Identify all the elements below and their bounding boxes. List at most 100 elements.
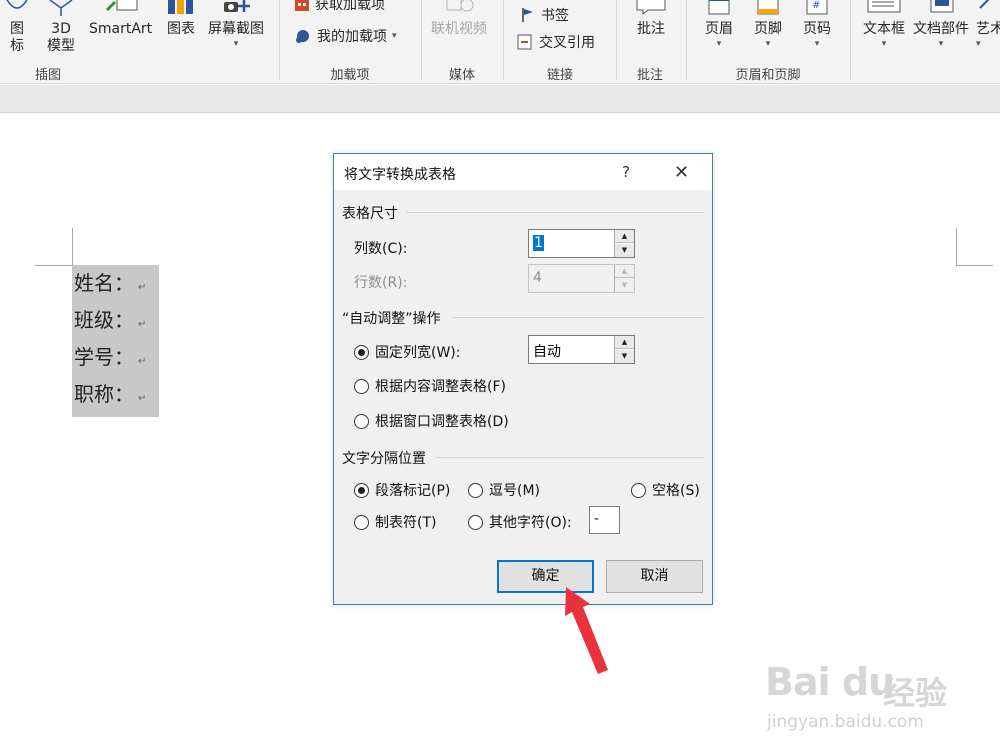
comment-button[interactable]: 批注 <box>634 0 668 38</box>
chart-label: 图表 <box>167 21 195 37</box>
paragraph-mark-label: 段落标记(P) <box>375 483 451 499</box>
fixed-width-stepper[interactable]: 自动 ▲ ▼ <box>528 335 635 364</box>
online-video-button[interactable]: 联机视频 <box>431 0 487 38</box>
doc-line-text: 姓名： <box>74 271 134 295</box>
group-separator <box>279 0 280 80</box>
screenshot-label: 屏幕截图 <box>208 21 264 37</box>
radio-icon <box>354 378 369 394</box>
crop-mark <box>72 228 73 265</box>
paragraph-mark-radio[interactable]: 段落标记(P) <box>354 480 450 500</box>
doc-line: 学号： ↵ <box>74 341 159 378</box>
chevron-down-icon: ▾ <box>765 39 771 49</box>
doc-line-text: 班级： <box>74 308 134 332</box>
group-label-media: 媒体 <box>448 68 475 83</box>
group-separator <box>686 0 687 80</box>
radio-selected-icon <box>354 482 369 498</box>
radio-icon <box>631 482 646 498</box>
header-label: 页眉 <box>705 21 733 37</box>
stepper-buttons: ▲ ▼ <box>614 336 634 363</box>
crop-mark <box>956 228 957 265</box>
other-character-radio[interactable]: 其他字符(O): <box>468 512 572 532</box>
wordart-label: 艺术 <box>976 21 1000 37</box>
3d-label-1: 3D <box>51 21 71 37</box>
bookmark-icon <box>522 8 533 22</box>
online-video-label: 联机视频 <box>431 21 487 37</box>
screenshot-button[interactable]: 屏幕截图 ▾ <box>208 0 264 50</box>
chevron-down-icon: ▾ <box>881 39 887 49</box>
autofit-window-radio[interactable]: 根据窗口调整表格(D) <box>354 411 509 431</box>
footer-label: 页脚 <box>754 21 782 37</box>
arrow-up-icon[interactable]: ▲ <box>615 336 634 349</box>
selected-text[interactable]: 姓名： ↵ 班级： ↵ 学号： ↵ 职称： ↵ <box>72 265 159 417</box>
section-divider <box>452 317 704 318</box>
section-divider <box>436 457 704 458</box>
rows-stepper: 4 ▲ ▼ <box>528 264 635 293</box>
arrow-up-icon[interactable]: ▲ <box>615 230 634 243</box>
camera-icon <box>224 0 250 12</box>
doc-line: 姓名： ↵ <box>74 267 159 304</box>
my-addins-button[interactable]: 我的加载项 ▾ <box>294 26 397 46</box>
3d-models-button[interactable]: 3D 模型 <box>46 0 76 55</box>
quick-parts-label: 文档部件 <box>913 21 969 37</box>
paragraph-mark-icon: ↵ <box>138 393 147 404</box>
other-character-input[interactable]: - <box>589 506 620 534</box>
bookmark-button[interactable]: 书签 <box>520 5 569 25</box>
icons-label-1: 图 <box>10 21 24 37</box>
online-video-icon <box>446 0 474 12</box>
space-radio[interactable]: 空格(S) <box>631 480 700 500</box>
text-box-button[interactable]: 文本框 ▾ <box>863 0 905 50</box>
columns-value[interactable]: 1 <box>533 235 544 251</box>
get-addins-label: 获取加载项 <box>315 0 385 13</box>
page-number-icon: # <box>806 0 828 15</box>
group-separator <box>421 0 422 80</box>
close-icon[interactable]: ✕ <box>674 162 689 183</box>
radio-icon <box>468 482 483 498</box>
comment-icon <box>636 0 666 16</box>
cancel-button[interactable]: 取消 <box>606 560 703 593</box>
doc-line-text: 学号： <box>74 345 134 369</box>
group-label-illustrations: 插图 <box>34 68 61 83</box>
group-label-links: 链接 <box>546 68 573 83</box>
store-icon <box>295 0 309 11</box>
wordart-button[interactable]: 艺术 ▾ <box>976 0 1000 50</box>
radio-icon <box>468 514 483 530</box>
doc-line: 班级： ↵ <box>74 304 159 341</box>
paragraph-mark-icon: ↵ <box>138 282 147 293</box>
dialog-title-bar[interactable]: 将文字转换成表格 ? ✕ <box>334 154 712 190</box>
quick-parts-button[interactable]: 文档部件 ▾ <box>913 0 969 50</box>
group-separator <box>616 0 617 80</box>
stepper-buttons: ▲ ▼ <box>614 265 634 292</box>
radio-selected-icon <box>354 344 369 360</box>
page-number-button[interactable]: # 页码 ▾ <box>802 0 832 50</box>
doc-line-text: 职称： <box>74 382 134 406</box>
smartart-button[interactable]: SmartArt <box>89 0 152 38</box>
get-addins-button[interactable]: 获取加载项 <box>294 0 385 14</box>
chart-button[interactable]: 图表 <box>166 0 196 38</box>
icons-button[interactable]: 图 标 <box>2 0 32 55</box>
fixed-column-width-radio[interactable]: 固定列宽(W): <box>354 342 460 362</box>
watermark-logo: Bai du <box>765 660 895 704</box>
columns-stepper[interactable]: 1 ▲ ▼ <box>528 229 635 258</box>
help-icon[interactable]: ? <box>622 163 630 181</box>
ribbon: 图 标 3D 模型 SmartArt 图表 屏幕截图 ▾ 插图 获取加载项 我的… <box>0 0 1000 84</box>
comma-radio[interactable]: 逗号(M) <box>468 480 540 500</box>
addin-puzzle-icon <box>296 30 309 43</box>
page-number-label: 页码 <box>803 21 831 37</box>
paragraph-mark-icon: ↵ <box>138 356 147 367</box>
doc-line: 职称： ↵ <box>74 378 159 415</box>
arrow-down-icon[interactable]: ▼ <box>615 244 634 257</box>
header-button[interactable]: 页眉 ▾ <box>704 0 734 50</box>
radio-icon <box>354 413 369 429</box>
cross-reference-button[interactable]: 交叉引用 <box>516 32 595 52</box>
tab-radio[interactable]: 制表符(T) <box>354 512 436 532</box>
columns-label: 列数(C): <box>354 241 408 257</box>
cube-icon <box>49 0 73 16</box>
watermark-url: jingyan.baidu.com <box>767 712 924 732</box>
autofit-window-label: 根据窗口调整表格(D) <box>375 414 509 430</box>
autofit-contents-radio[interactable]: 根据内容调整表格(F) <box>354 376 506 396</box>
chart-icon <box>168 0 193 14</box>
ok-button[interactable]: 确定 <box>497 560 594 593</box>
arrow-down-icon[interactable]: ▼ <box>615 350 634 363</box>
footer-button[interactable]: 页脚 ▾ <box>753 0 783 50</box>
chevron-down-icon: ▾ <box>233 39 239 49</box>
